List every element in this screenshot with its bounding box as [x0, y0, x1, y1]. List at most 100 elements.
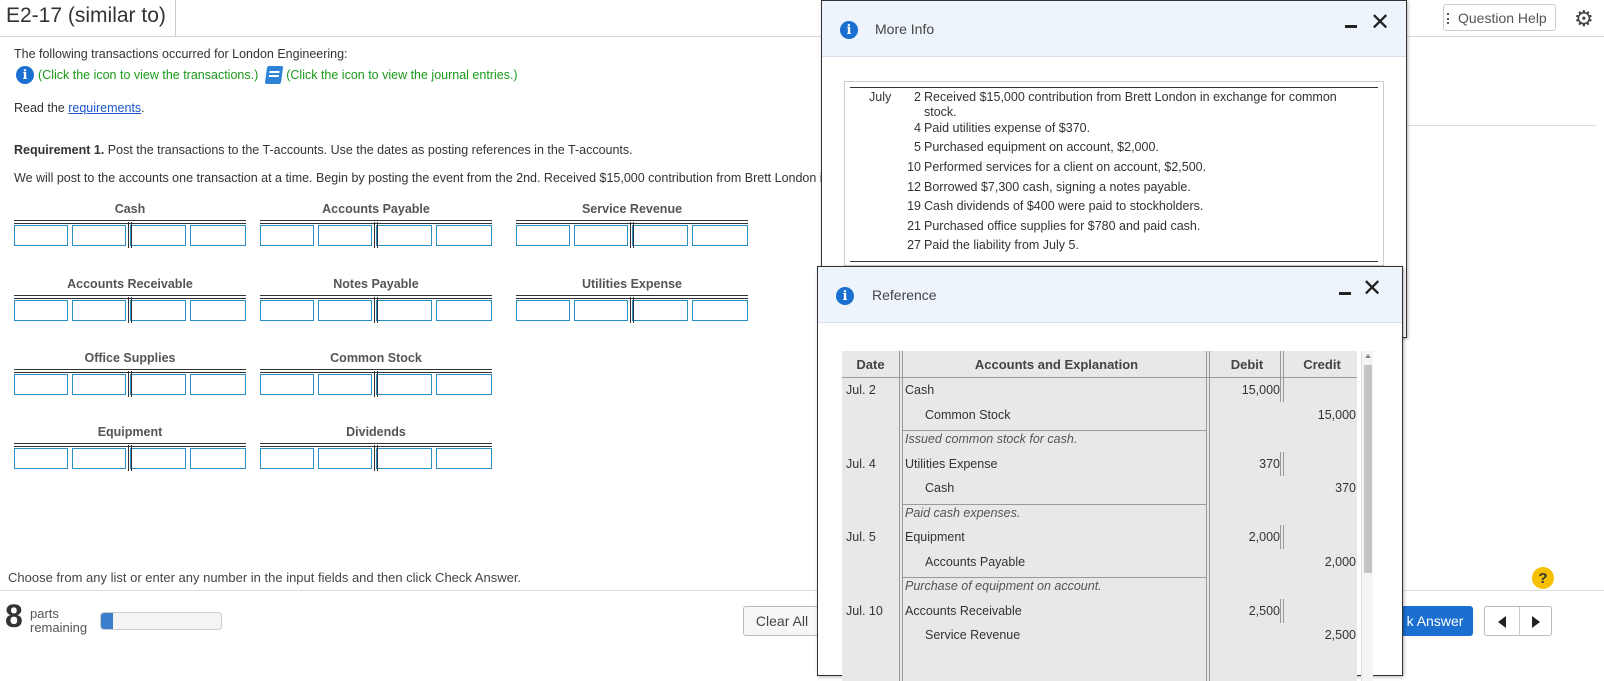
credit-date-input[interactable]: [376, 300, 432, 321]
t-account-divider: [374, 297, 378, 323]
debit-date-input[interactable]: [14, 225, 68, 246]
credit-amount-input[interactable]: [436, 448, 492, 469]
credit-amount-input[interactable]: [692, 225, 748, 246]
credit-date-input[interactable]: [376, 225, 432, 246]
journal-link[interactable]: (Click the icon to view the journal entr…: [286, 68, 517, 82]
credit-amount-input[interactable]: [190, 448, 246, 469]
credit-date-input[interactable]: [376, 448, 432, 469]
page-title: E2-17 (similar to): [6, 4, 166, 27]
credit-amount-input[interactable]: [190, 374, 246, 395]
read-prefix: Read the: [14, 101, 69, 115]
credit-amount-input[interactable]: [436, 374, 492, 395]
scroll-thumb[interactable]: [1364, 365, 1372, 573]
debit-amount-input[interactable]: [318, 225, 372, 246]
t-account-row: [516, 222, 748, 248]
debit-amount-input[interactable]: [318, 374, 372, 395]
progress-bar: [100, 612, 222, 630]
t-account-name: Equipment: [97, 425, 163, 439]
credit-date-input[interactable]: [632, 225, 688, 246]
transactions-link[interactable]: (Click the icon to view the transactions…: [38, 68, 258, 82]
t-account: Notes Payable: [260, 277, 492, 323]
header-account: Accounts and Explanation: [905, 351, 1208, 377]
debit-amount-input[interactable]: [72, 374, 126, 395]
minimize-icon[interactable]: [1339, 292, 1351, 295]
t-account: Accounts Receivable: [14, 277, 246, 323]
t-account-divider: [374, 445, 378, 471]
entry-explanation: Purchase of equipment on account.: [905, 579, 1102, 593]
clear-all-button[interactable]: Clear All: [743, 606, 821, 636]
next-arrow-icon[interactable]: [1532, 616, 1540, 628]
debit-date-input[interactable]: [14, 448, 68, 469]
scrollbar[interactable]: [1361, 351, 1373, 681]
t-account-row: [260, 371, 492, 397]
question-help-label: Question Help: [1458, 9, 1547, 26]
transaction-description: Received $15,000 contribution from Brett…: [924, 90, 1337, 119]
t-account-divider: [128, 445, 132, 471]
right-divider: [1400, 125, 1596, 126]
credit-amount-input[interactable]: [436, 300, 492, 321]
entry-debit-amount: 370: [1259, 456, 1280, 471]
debit-amount-input[interactable]: [72, 300, 126, 321]
read-suffix: .: [141, 101, 145, 115]
credit-amount-input[interactable]: [692, 300, 748, 321]
entry-date: Jul. 10: [846, 603, 883, 618]
debit-amount-input[interactable]: [574, 225, 628, 246]
credit-amount-input[interactable]: [436, 225, 492, 246]
check-answer-button[interactable]: k Answer: [1397, 606, 1473, 636]
t-account-row: [14, 445, 246, 471]
entry-credit-account: Common Stock: [925, 407, 1011, 422]
entry-date: Jul. 4: [846, 456, 876, 471]
help-icon[interactable]: ?: [1532, 567, 1554, 589]
t-account-name: Service Revenue: [581, 202, 683, 216]
transaction-description: Paid the liability from July 5.: [924, 238, 1079, 252]
transactions-box: July 2 Received $15,000 contribution from …: [844, 81, 1384, 266]
t-account: Service Revenue: [516, 202, 748, 248]
t-account-name: Notes Payable: [333, 277, 419, 291]
entry-credit-amount: 370: [1335, 481, 1356, 495]
debit-date-input[interactable]: [260, 448, 314, 469]
debit-amount-input[interactable]: [72, 225, 126, 246]
credit-amount-input[interactable]: [190, 300, 246, 321]
entry-debit-amount: 2,500: [1248, 603, 1280, 618]
bottom-rule: [850, 261, 1378, 262]
debit-amount-input[interactable]: [318, 300, 372, 321]
debit-amount-input[interactable]: [72, 448, 126, 469]
credit-date-input[interactable]: [130, 374, 186, 395]
gear-icon[interactable]: ⚙: [1574, 6, 1594, 32]
t-account-name: Accounts Payable: [322, 202, 430, 216]
requirement-1-label: Requirement 1.: [14, 143, 105, 157]
debit-date-input[interactable]: [260, 225, 314, 246]
credit-date-input[interactable]: [130, 225, 186, 246]
scroll-up-icon[interactable]: [1365, 354, 1371, 358]
debit-date-input[interactable]: [516, 225, 570, 246]
requirements-link[interactable]: requirements: [68, 101, 141, 115]
minimize-icon[interactable]: [1345, 25, 1357, 28]
close-icon[interactable]: ✕: [1362, 277, 1382, 301]
t-account-name: Dividends: [346, 425, 406, 439]
t-account-row: [260, 222, 492, 248]
credit-date-input[interactable]: [376, 374, 432, 395]
col-divider: [1206, 351, 1210, 681]
debit-date-input[interactable]: [260, 300, 314, 321]
debit-date-input[interactable]: [14, 300, 68, 321]
t-account-divider: [128, 371, 132, 397]
explanation-rule: [903, 430, 1206, 431]
journal-icon[interactable]: [264, 66, 284, 84]
t-account-name: Office Supplies: [84, 351, 176, 365]
credit-date-input[interactable]: [130, 448, 186, 469]
close-icon[interactable]: ✕: [1370, 11, 1390, 35]
parts-label: parts: [30, 606, 59, 621]
intro-text: The following transactions occurred for …: [14, 47, 348, 61]
question-help-button[interactable]: Question Help: [1443, 4, 1556, 31]
debit-amount-input[interactable]: [574, 300, 628, 321]
dots-icon: [1447, 13, 1452, 24]
debit-date-input[interactable]: [260, 374, 314, 395]
debit-date-input[interactable]: [516, 300, 570, 321]
credit-amount-input[interactable]: [190, 225, 246, 246]
debit-date-input[interactable]: [14, 374, 68, 395]
credit-date-input[interactable]: [632, 300, 688, 321]
prev-arrow-icon[interactable]: [1498, 616, 1506, 628]
debit-amount-input[interactable]: [318, 448, 372, 469]
credit-date-input[interactable]: [130, 300, 186, 321]
info-icon[interactable]: i: [16, 66, 34, 84]
